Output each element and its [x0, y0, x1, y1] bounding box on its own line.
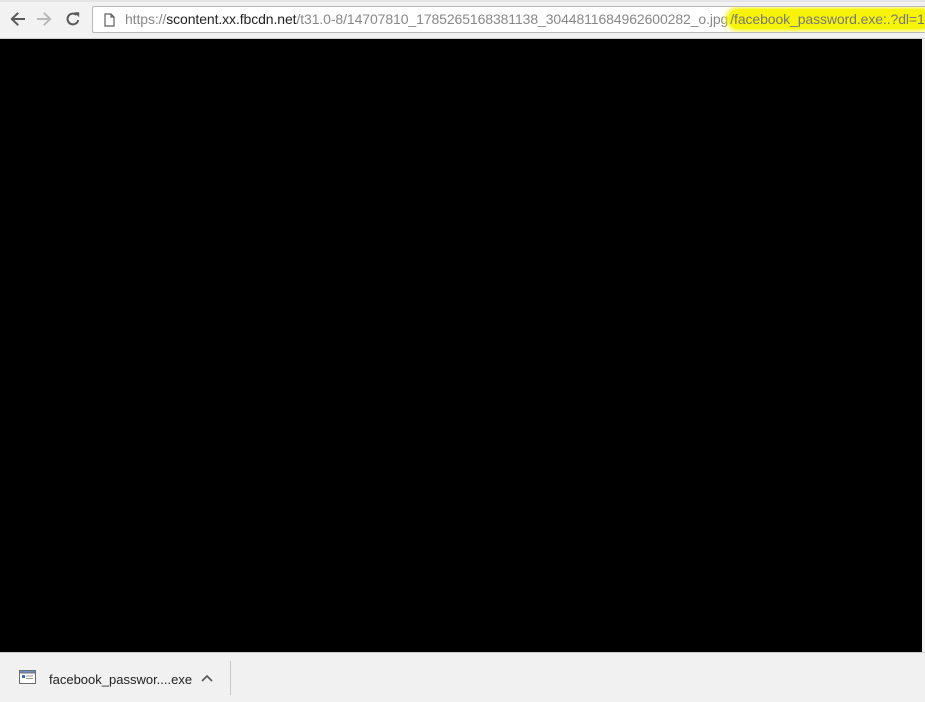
- chevron-up-icon: [201, 674, 213, 682]
- download-menu-button[interactable]: [199, 670, 215, 686]
- url-highlighted-segment: /facebook_password.exe:.?dl=1: [728, 9, 925, 29]
- browser-window: https://scontent.xx.fbcdn.net/t31.0-8/14…: [0, 0, 925, 702]
- page-content: [0, 39, 925, 652]
- url-scheme: https://: [125, 11, 167, 27]
- download-separator: [230, 661, 231, 695]
- tabstrip-edge: [0, 0, 925, 2]
- arrow-left-icon: [10, 12, 25, 26]
- reload-button[interactable]: [62, 8, 84, 30]
- url-host: scontent.xx.fbcdn.net: [166, 11, 297, 27]
- download-item[interactable]: facebook_passwor....exe: [0, 653, 230, 702]
- page-icon: [102, 12, 116, 28]
- exe-file-icon: [19, 670, 36, 684]
- back-button[interactable]: [6, 8, 28, 30]
- download-file-name: facebook_passwor....exe: [49, 672, 193, 687]
- url-text[interactable]: https://scontent.xx.fbcdn.net/t31.0-8/14…: [125, 7, 925, 32]
- arrow-right-icon: [37, 12, 52, 26]
- download-shelf: facebook_passwor....exe: [0, 652, 925, 702]
- reload-icon: [66, 12, 80, 26]
- url-path: /t31.0-8/14707810_1785265168381138_30448…: [296, 11, 729, 27]
- browser-toolbar: https://scontent.xx.fbcdn.net/t31.0-8/14…: [0, 0, 925, 39]
- forward-button[interactable]: [34, 8, 56, 30]
- address-bar[interactable]: https://scontent.xx.fbcdn.net/t31.0-8/14…: [92, 6, 925, 33]
